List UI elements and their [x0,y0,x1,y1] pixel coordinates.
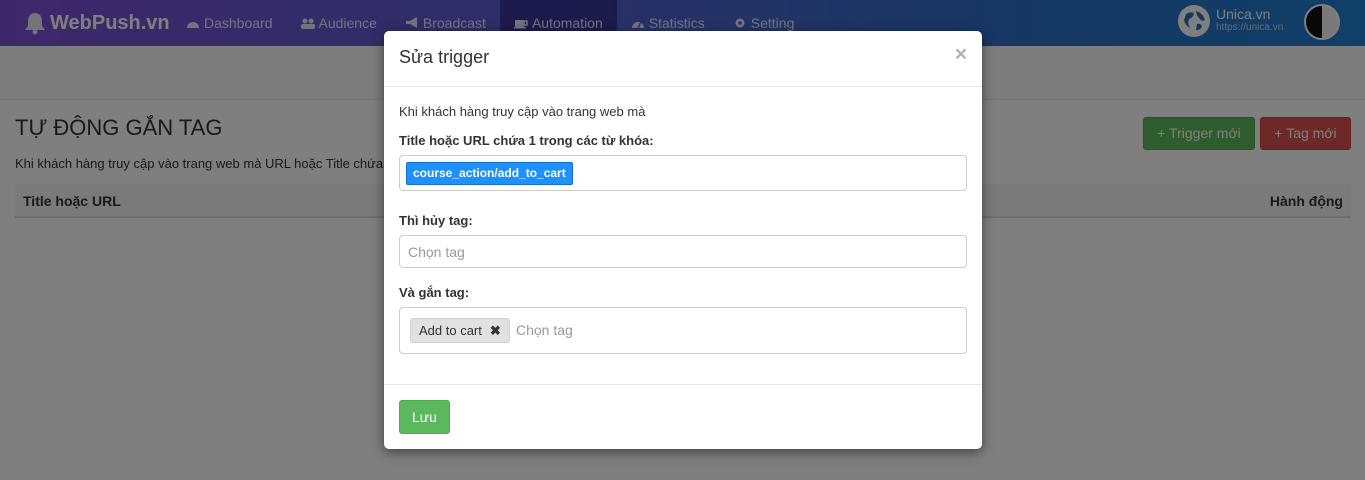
remove-tag-label: Thì hủy tag: [399,213,473,228]
save-button[interactable]: Lưu [399,400,450,434]
add-tag-placeholder: Chọn tag [516,322,573,338]
add-tag-select[interactable]: Add to cart ✖ Chọn tag [399,307,967,354]
tag-chip: Add to cart ✖ [410,318,510,343]
edit-trigger-modal: Sửa trigger × Khi khách hàng truy cập và… [384,31,982,449]
keywords-input[interactable]: course_action/add_to_cart [399,155,967,191]
modal-footer-divider [384,384,982,385]
modal-intro: Khi khách hàng truy cập vào trang web mà [399,104,646,119]
remove-tag-placeholder: Chọn tag [408,244,465,260]
keywords-label: Title hoặc URL chứa 1 trong các từ khóa: [399,133,654,148]
close-icon[interactable]: × [955,44,967,65]
remove-tag-icon[interactable]: ✖ [490,323,501,338]
modal-title: Sửa trigger [399,47,490,67]
tag-chip-label: Add to cart [419,323,482,338]
modal-header: Sửa trigger × [384,31,982,87]
add-tag-label: Và gắn tag: [399,285,470,300]
remove-tag-select[interactable]: Chọn tag [399,235,967,268]
keyword-chip[interactable]: course_action/add_to_cart [406,162,573,185]
